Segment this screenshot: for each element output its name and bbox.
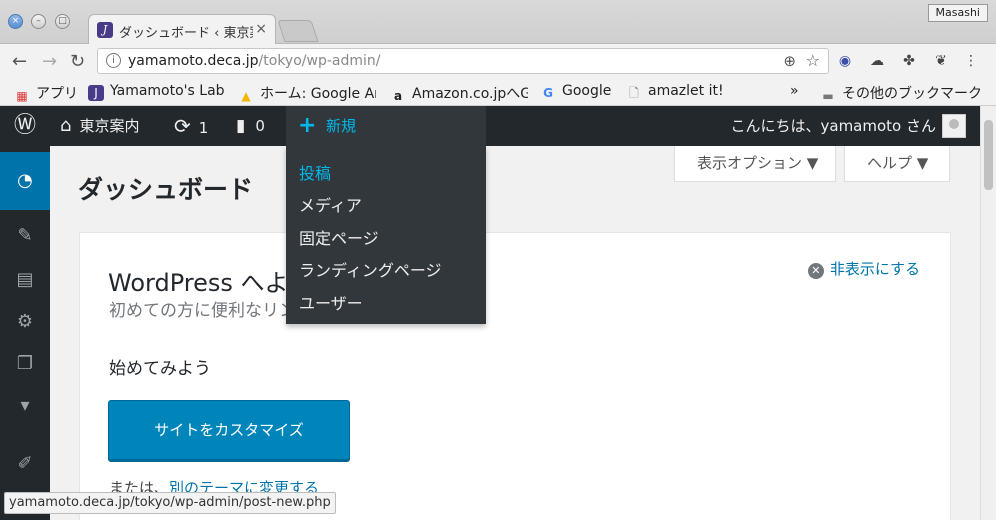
extension-puzzle-icon[interactable]: ✤ [900,52,918,70]
avatar[interactable] [942,114,966,138]
analytics-icon: ▲ [241,89,251,103]
other-bookmarks-folder[interactable]: ▬ その他のブックマーク [820,83,982,104]
dashboard-menu-icon[interactable]: ◔ [0,152,50,210]
updates-icon: ⟳ [174,114,191,138]
new-post-menu-item[interactable]: 投稿 [299,160,331,184]
back-arrow-icon[interactable]: ← [12,51,27,72]
admin-bar-site-name[interactable]: ⌂ 東京案内 [60,106,139,146]
dismiss-x-icon: ✕ [807,263,824,279]
new-user-menu-item[interactable]: ユーザー [299,290,363,314]
new-content-dropdown: 投稿 メディア 固定ページ ランディングページ ユーザー [286,146,486,324]
lab-favicon-icon: J [88,85,104,101]
google-icon: G [543,86,553,100]
amazon-icon: a [393,89,403,103]
bookmark-item[interactable]: ▲ホーム: Google Ana [238,83,376,104]
get-started-heading: 始めてみよう [109,359,211,379]
dashboard-main: 表示オプション ▼ ヘルプ ▼ ダッシュボード WordPress へようこそ … [50,146,980,520]
window-close-button[interactable]: × [8,14,23,29]
link-status-bubble: yamamoto.deca.jp/tokyo/wp-admin/post-new… [4,492,336,514]
admin-bar-greeting[interactable]: こんにちは、yamamoto さん [731,106,937,146]
window-minimize-button[interactable]: – [31,14,46,29]
extension-cloud-icon[interactable]: ☁ [868,52,886,70]
comment-bubble-icon: ▮ [236,116,246,136]
admin-bar-comments[interactable]: ▮ 0 [236,106,265,146]
site-info-icon[interactable]: i [106,53,121,68]
welcome-panel: WordPress へようこそ ! 初めての方に便利なリンクを集めました。 ✕ 非… [79,232,951,520]
admin-sidebar: ◔ ✎ ▤ ⚙ ❐ ▾ ✐ [0,146,50,520]
bookmark-item[interactable]: 🗋 amazlet it! [626,83,723,101]
browser-menu-icon[interactable]: ⋮ [962,52,980,70]
bookmarks-overflow-button[interactable]: » [790,83,799,99]
screen-options-button[interactable]: 表示オプション ▼ [674,146,836,182]
wp-admin-bar: Ⓦ ⌂ 東京案内 ⟳ 1 ▮ 0 + 新規 こんにちは、yamamoto さん [0,106,980,146]
browser-toolbar: ← → ↻ i yamamoto.deca.jp/tokyo/wp-admin/… [0,44,996,78]
customize-site-button[interactable]: サイトをカスタマイズ [108,400,350,460]
bookmarks-bar: ▦アプリ JYamamoto's Lab ▲ホーム: Google Ana aA… [0,78,996,106]
new-tab-button[interactable] [277,20,319,42]
folder-icon: ▬ [822,89,834,103]
site-favicon-icon: J [97,22,113,38]
wordpress-logo-icon[interactable]: Ⓦ [14,106,36,146]
pages-icon[interactable]: ❐ [0,346,50,382]
browser-titlebar: × – □ J ダッシュボード ‹ 東京案内 × Masashi [0,0,996,45]
bookmark-item[interactable]: G Google [540,83,611,101]
address-bar[interactable]: i yamamoto.deca.jp/tokyo/wp-admin/ ⊕ ☆ [97,48,829,74]
extension-globe-icon[interactable]: ◉ [836,52,854,70]
admin-bar-new-content[interactable]: + 新規 [286,106,486,146]
zoom-icon[interactable]: ⊕ [783,52,796,70]
admin-bar-updates[interactable]: ⟳ 1 [174,106,208,146]
bookmark-item[interactable]: J Yamamoto's Lab [88,83,228,101]
books-icon[interactable]: ▤ [0,262,50,298]
address-url: yamamoto.deca.jp/tokyo/wp-admin/ [128,53,381,69]
reload-icon[interactable]: ↻ [70,51,85,72]
bookmark-item[interactable]: a Amazon.co.jpへG [390,83,528,104]
bookmark-star-icon[interactable]: ☆ [806,51,820,70]
tab-title: ダッシュボード ‹ 東京案内 [119,26,253,41]
page-title: ダッシュボード [78,175,254,204]
forward-arrow-icon[interactable]: → [42,51,57,72]
help-button[interactable]: ヘルプ ▼ [844,146,950,182]
new-media-menu-item[interactable]: メディア [299,192,362,216]
page-icon: 🗋 [629,86,639,100]
plus-icon: + [298,113,317,138]
page-scrollbar[interactable] [980,106,996,520]
appearance-brush-icon[interactable]: ✐ [0,446,50,482]
comments-icon[interactable]: ▾ [0,388,50,424]
browser-tab[interactable]: J ダッシュボード ‹ 東京案内 × [88,14,276,45]
bookmark-item[interactable]: ▦ アプリ [14,83,78,104]
tab-close-icon[interactable]: × [255,21,267,37]
extension-evernote-icon[interactable]: ❦ [932,52,950,70]
apps-grid-icon: ▦ [16,89,28,103]
home-icon: ⌂ [60,115,72,136]
new-page-menu-item[interactable]: 固定ページ [299,225,379,249]
window-maximize-button[interactable]: □ [55,14,70,29]
scrollbar-thumb[interactable] [984,120,993,190]
media-icon[interactable]: ⚙ [0,304,50,340]
welcome-dismiss-link[interactable]: ✕ 非表示にする [807,258,920,279]
posts-pin-icon[interactable]: ✎ [0,218,50,254]
new-landing-page-menu-item[interactable]: ランディングページ [299,257,442,281]
profile-badge[interactable]: Masashi [927,4,988,22]
